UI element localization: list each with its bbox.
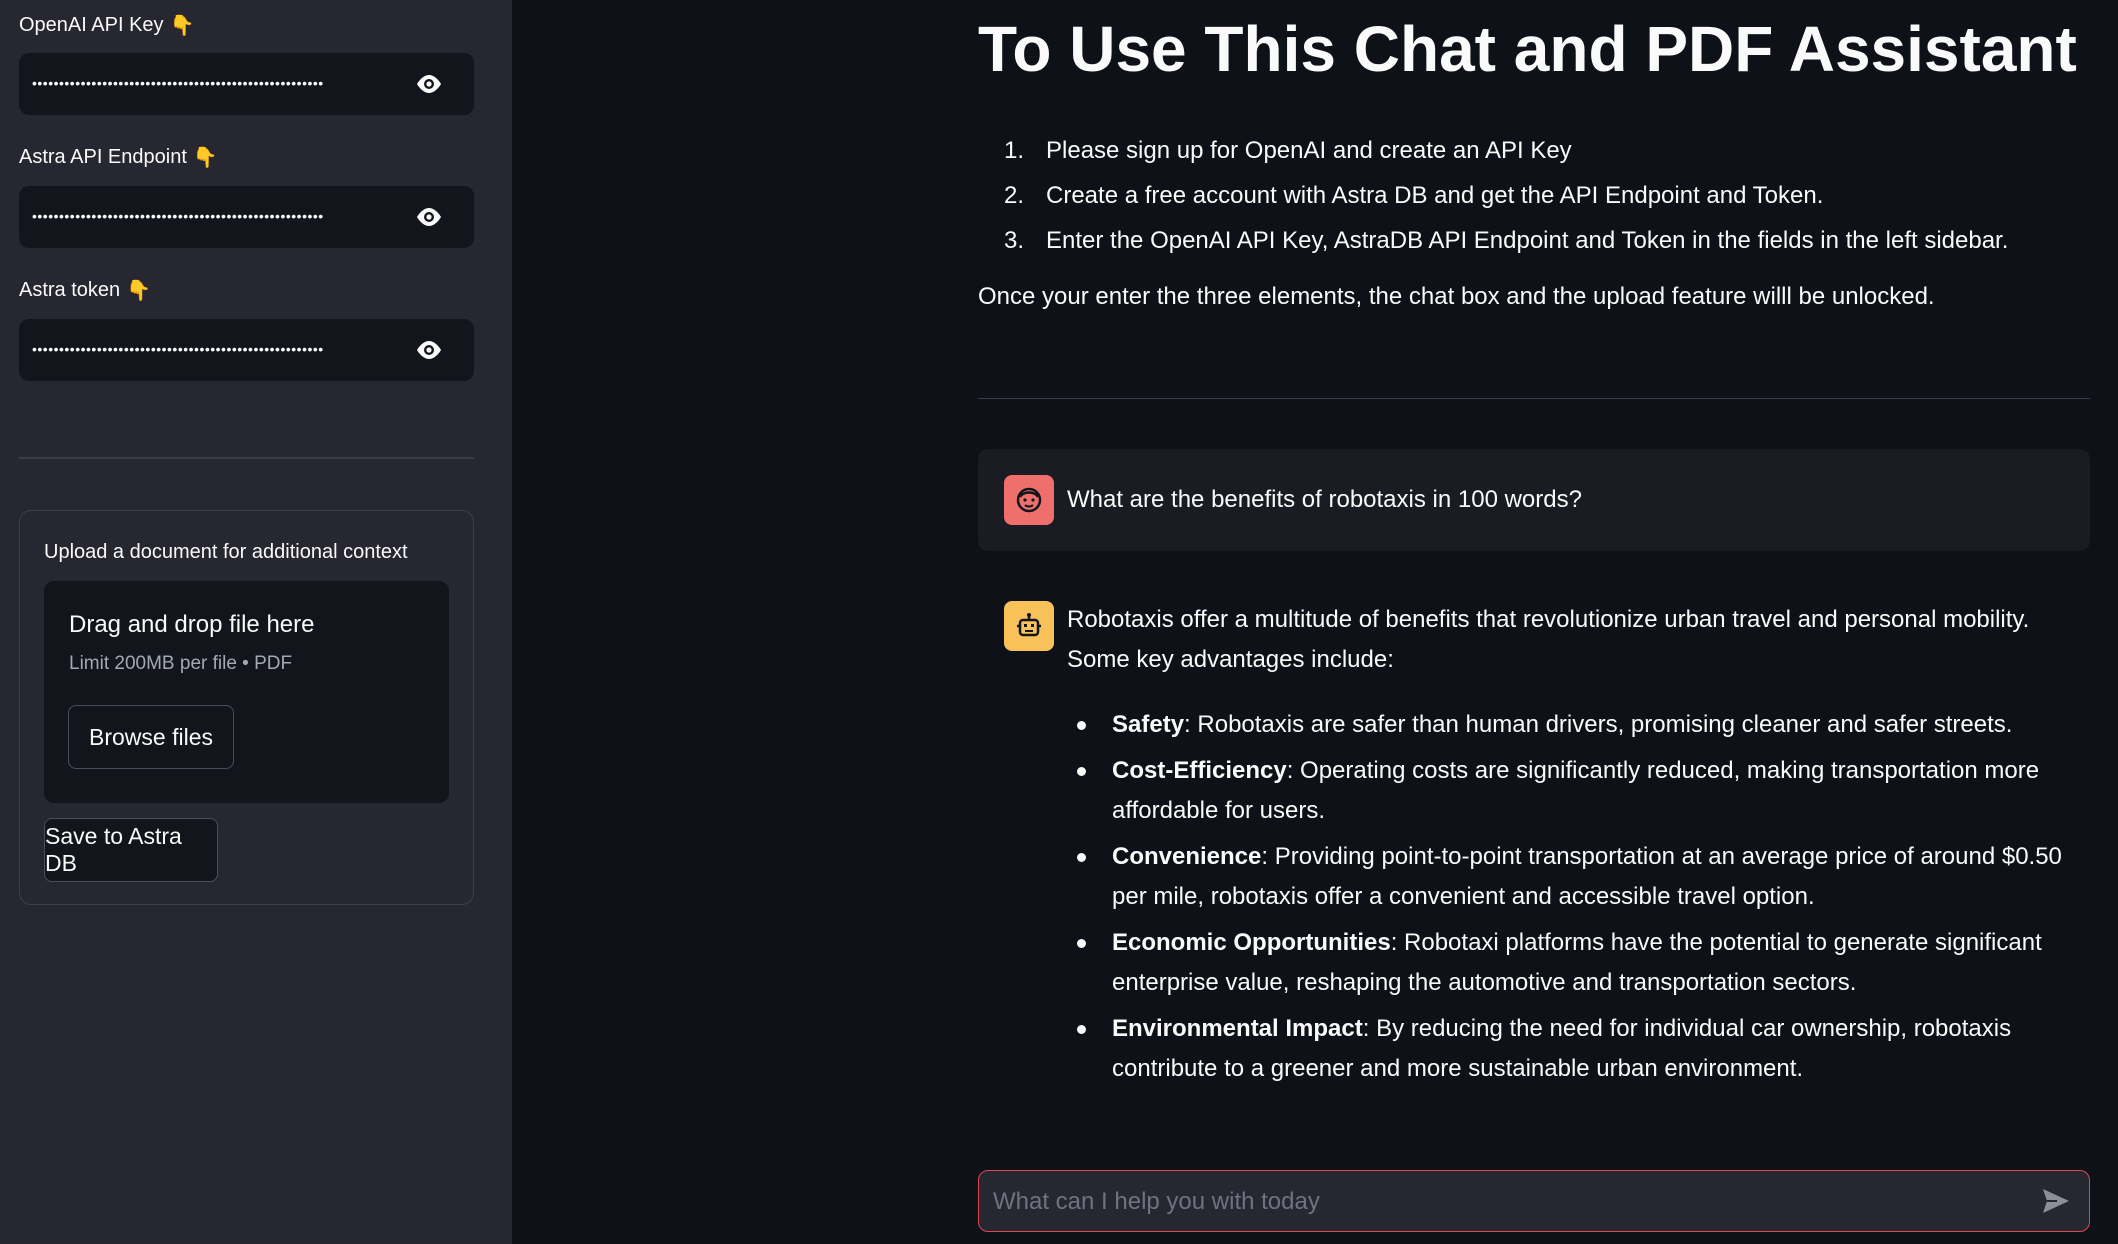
dropzone-text: Drag and drop file here [69, 611, 315, 638]
unlock-note: Once your enter the three elements, the … [978, 283, 1935, 310]
openai-key-value[interactable]: ••••••••••••••••••••••••••••••••••••••••… [32, 70, 402, 96]
openai-key-label: OpenAI API Key 👇 [19, 14, 194, 37]
astra-token-field[interactable]: ••••••••••••••••••••••••••••••••••••••••… [19, 319, 474, 381]
list-item: Environmental Impact: By reducing the ne… [1067, 1009, 2090, 1089]
content-divider [978, 398, 2090, 399]
file-dropzone[interactable]: Drag and drop file here Limit 200MB per … [44, 581, 449, 803]
step-number: 2. [1003, 182, 1024, 209]
eye-icon[interactable] [414, 72, 444, 96]
list-item: Economic Opportunities: Robotaxi platfor… [1067, 923, 2090, 1003]
browse-files-button[interactable]: Browse files [68, 705, 234, 769]
chat-input-container[interactable] [978, 1170, 2090, 1232]
dropzone-limit: Limit 200MB per file • PDF [69, 653, 293, 674]
step-text: Please sign up for OpenAI and create an … [1046, 137, 1572, 164]
point-text: : Robotaxis are safer than human drivers… [1184, 711, 2013, 738]
list-item: 3. Enter the OpenAI API Key, AstraDB API… [978, 218, 2008, 263]
robot-icon [1004, 601, 1054, 651]
assistant-intro: Robotaxis offer a multitude of benefits … [1067, 606, 2030, 673]
step-text: Create a free account with Astra DB and … [1046, 182, 1824, 209]
pointing-down-icon: 👇 [169, 14, 195, 37]
sidebar-divider [19, 457, 474, 459]
astra-endpoint-field[interactable]: ••••••••••••••••••••••••••••••••••••••••… [19, 186, 474, 248]
list-item: 1. Please sign up for OpenAI and create … [978, 128, 2008, 173]
send-arrow-icon[interactable] [2041, 1187, 2071, 1215]
instruction-list: 1. Please sign up for OpenAI and create … [978, 128, 2008, 263]
chat-input[interactable] [991, 1181, 2015, 1223]
eye-icon[interactable] [414, 338, 444, 362]
assistant-points: Safety: Robotaxis are safer than human d… [1067, 705, 2090, 1095]
astra-endpoint-value[interactable]: ••••••••••••••••••••••••••••••••••••••••… [32, 203, 402, 229]
point-term: Safety [1112, 711, 1185, 738]
point-term: Environmental Impact [1112, 1015, 1363, 1042]
pointing-down-icon: 👇 [192, 146, 218, 169]
astra-token-label-text: Astra token [19, 279, 121, 301]
pointing-down-icon: 👇 [126, 279, 152, 302]
sidebar: OpenAI API Key 👇 •••••••••••••••••••••••… [0, 0, 512, 1244]
point-term: Convenience [1112, 843, 1262, 870]
upload-panel: Upload a document for additional context… [19, 510, 474, 905]
list-item: 2. Create a free account with Astra DB a… [978, 173, 2008, 218]
astra-endpoint-label-text: Astra API Endpoint [19, 146, 187, 168]
step-number: 3. [1003, 227, 1024, 254]
step-number: 1. [1003, 137, 1024, 164]
list-item: Cost-Efficiency: Operating costs are sig… [1067, 751, 2090, 831]
openai-key-field[interactable]: ••••••••••••••••••••••••••••••••••••••••… [19, 53, 474, 115]
astra-token-value[interactable]: ••••••••••••••••••••••••••••••••••••••••… [32, 336, 402, 362]
page-title: To Use This Chat and PDF Assistant [978, 13, 2077, 85]
user-message-text: What are the benefits of robotaxis in 10… [1067, 486, 1582, 513]
openai-key-label-text: OpenAI API Key [19, 14, 164, 36]
save-to-astra-button[interactable]: Save to Astra DB [44, 818, 218, 882]
astra-endpoint-label: Astra API Endpoint 👇 [19, 146, 218, 169]
astra-token-label: Astra token 👇 [19, 279, 151, 302]
user-message: What are the benefits of robotaxis in 10… [978, 449, 2090, 551]
user-face-icon [1004, 475, 1054, 525]
list-item: Safety: Robotaxis are safer than human d… [1067, 705, 2090, 745]
eye-icon[interactable] [414, 205, 444, 229]
point-term: Cost-Efficiency [1112, 757, 1287, 784]
point-term: Economic Opportunities [1112, 929, 1391, 956]
list-item: Convenience: Providing point-to-point tr… [1067, 837, 2090, 917]
step-text: Enter the OpenAI API Key, AstraDB API En… [1046, 227, 2009, 254]
upload-title: Upload a document for additional context [44, 541, 408, 563]
